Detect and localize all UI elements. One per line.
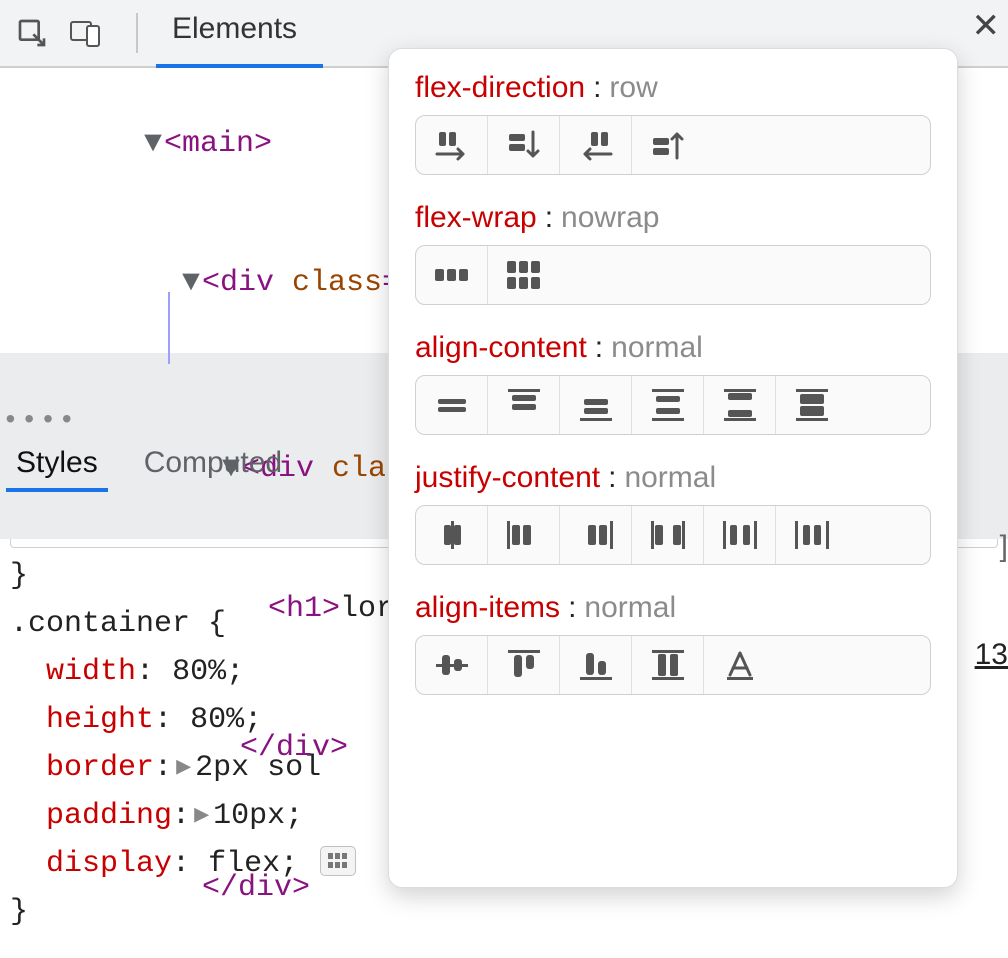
align-content-center[interactable] [416, 376, 488, 434]
flex-direction-column-reverse[interactable] [632, 116, 704, 174]
flexbox-editor-popover: flex-direction: row flex-wrap: nowrap [388, 48, 958, 888]
flex-wrap-nowrap[interactable] [416, 246, 488, 304]
justify-content-space-between[interactable] [632, 506, 704, 564]
options-row [415, 115, 931, 175]
align-items-flex-end[interactable] [560, 636, 632, 694]
pop-value: nowrap [561, 201, 659, 235]
pop-prop: align-content [415, 331, 587, 365]
justify-content-flex-start[interactable] [488, 506, 560, 564]
options-row [415, 505, 931, 565]
flex-wrap-wrap[interactable] [488, 246, 560, 304]
justify-content-flex-end[interactable] [560, 506, 632, 564]
pop-value: normal [611, 331, 703, 365]
inspect-icon[interactable] [10, 11, 54, 55]
flex-direction-row[interactable] [416, 116, 488, 174]
close-icon[interactable]: ✕ [972, 6, 1001, 46]
flex-direction-row-reverse[interactable] [560, 116, 632, 174]
tab-elements[interactable]: Elements [156, 0, 313, 66]
align-items-baseline[interactable] [704, 636, 776, 694]
pop-prop: flex-direction [415, 71, 585, 105]
bracket-icon: ] [952, 530, 1008, 564]
align-content-stretch[interactable] [776, 376, 848, 434]
justify-content-space-around[interactable] [704, 506, 776, 564]
align-content-space-around[interactable] [632, 376, 704, 434]
toolbar-separator [136, 13, 138, 53]
pop-value: normal [584, 591, 676, 625]
section-flex-wrap: flex-wrap: nowrap [415, 201, 931, 305]
section-align-items: align-items: normal [415, 591, 931, 695]
tab-styles[interactable]: Styles [10, 432, 104, 490]
section-justify-content: justify-content: normal [415, 461, 931, 565]
options-row [415, 375, 931, 435]
justify-content-space-evenly[interactable] [776, 506, 848, 564]
pop-value: row [609, 71, 657, 105]
align-content-flex-end[interactable] [560, 376, 632, 434]
main-tabs: Elements [156, 0, 313, 66]
flex-direction-column[interactable] [488, 116, 560, 174]
pop-prop: flex-wrap [415, 201, 537, 235]
align-items-center[interactable] [416, 636, 488, 694]
tree-guide [168, 292, 170, 364]
device-toggle-icon[interactable] [64, 11, 108, 55]
align-content-flex-start[interactable] [488, 376, 560, 434]
pop-prop: align-items [415, 591, 560, 625]
align-content-space-between[interactable] [704, 376, 776, 434]
right-gutter: ] 13 [952, 530, 1008, 672]
justify-content-center[interactable] [416, 506, 488, 564]
section-align-content: align-content: normal [415, 331, 931, 435]
section-flex-direction: flex-direction: row [415, 71, 931, 175]
pop-value: normal [624, 461, 716, 495]
pop-prop: justify-content [415, 461, 600, 495]
align-items-stretch[interactable] [632, 636, 704, 694]
options-row [415, 245, 931, 305]
options-row [415, 635, 931, 695]
align-items-flex-start[interactable] [488, 636, 560, 694]
tab-computed[interactable]: Computed [138, 432, 288, 490]
source-line-link[interactable]: 13 [952, 638, 1008, 672]
